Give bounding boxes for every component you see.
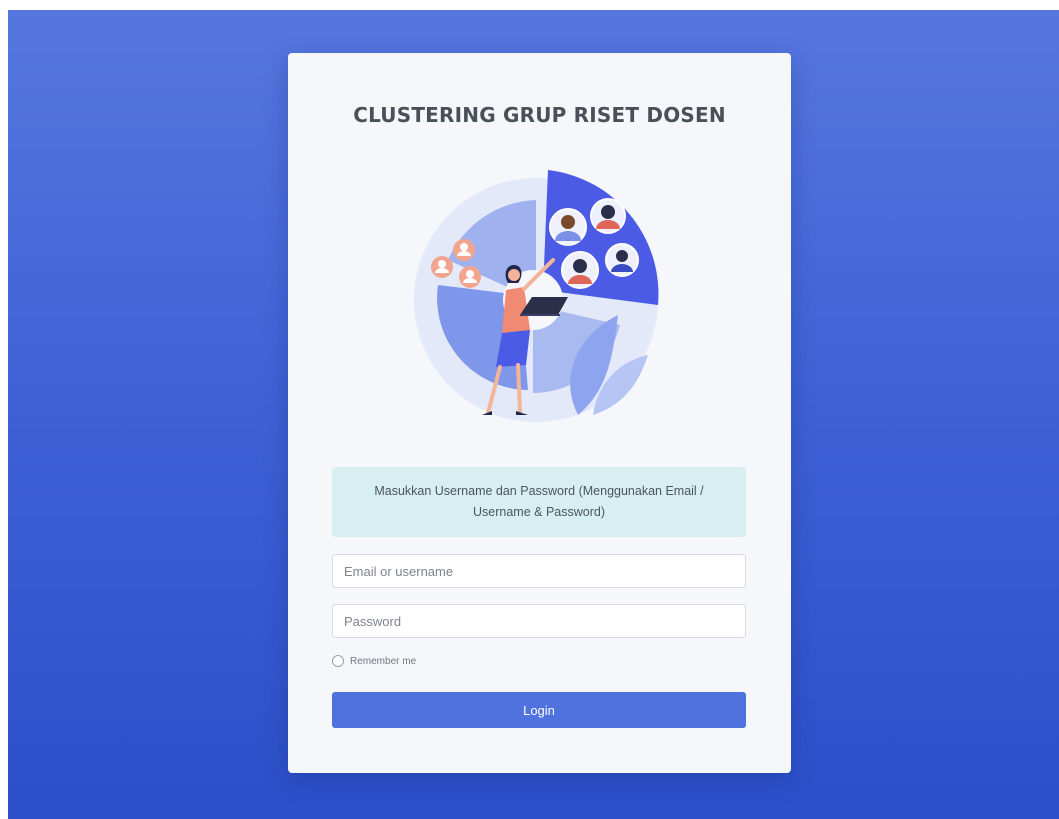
login-info-alert: Masukkan Username dan Password (Mengguna… xyxy=(332,467,746,537)
team-research-illustration xyxy=(414,170,659,422)
email-input[interactable] xyxy=(332,554,746,588)
login-button[interactable]: Login xyxy=(332,692,746,728)
login-info-text: Masukkan Username dan Password (Mengguna… xyxy=(374,484,704,519)
remember-me-label: Remember me xyxy=(350,655,417,667)
password-input[interactable] xyxy=(332,604,746,638)
page-background: CLUSTERING GRUP RISET DOSEN Masukkan Use… xyxy=(8,10,1059,819)
remember-me-checkbox[interactable] xyxy=(332,655,344,667)
page-title: CLUSTERING GRUP RISET DOSEN xyxy=(353,103,726,127)
login-card: CLUSTERING GRUP RISET DOSEN Masukkan Use… xyxy=(288,53,791,773)
remember-me-row[interactable]: Remember me xyxy=(332,655,416,667)
